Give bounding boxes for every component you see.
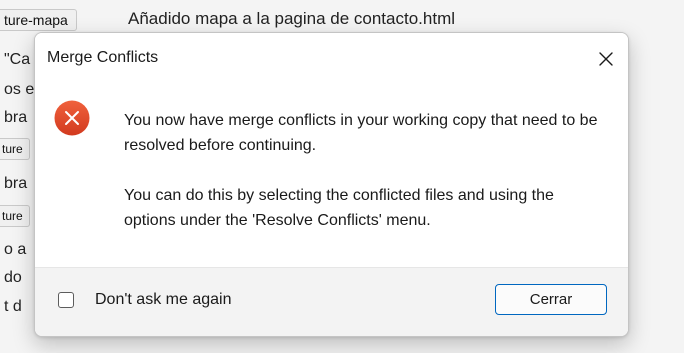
checkbox-label: Don't ask me again xyxy=(95,291,232,308)
close-icon xyxy=(599,52,613,66)
branch-tag[interactable]: ture-mapa xyxy=(0,9,77,31)
checkbox-box[interactable] xyxy=(58,292,74,308)
commit-message: os e xyxy=(4,81,35,98)
message-paragraph: You now have merge conflicts in your wor… xyxy=(124,112,598,154)
dialog-content: You now have merge conflicts in your wor… xyxy=(35,85,628,267)
commit-row[interactable]: ture-mapa Añadido mapa a la pagina de co… xyxy=(0,6,684,32)
close-button[interactable] xyxy=(588,41,624,77)
commit-message: Añadido mapa a la pagina de contacto.htm… xyxy=(128,9,456,28)
branch-tag[interactable]: ture xyxy=(0,138,30,160)
commit-message: t d xyxy=(4,298,22,315)
commit-message: "Ca xyxy=(4,51,31,68)
dont-ask-again-checkbox[interactable]: Don't ask me again xyxy=(58,291,231,309)
dialog-message: You now have merge conflicts in your wor… xyxy=(124,108,604,233)
dialog-title: Merge Conflicts xyxy=(47,49,159,66)
dialog-titlebar[interactable]: Merge Conflicts xyxy=(35,33,628,85)
dialog-footer: Don't ask me again Cerrar xyxy=(35,267,628,336)
branch-tag[interactable]: ture xyxy=(0,205,30,227)
commit-message: bra xyxy=(4,109,28,126)
commit-message: do xyxy=(4,269,22,286)
commit-message: o a xyxy=(4,241,27,258)
message-paragraph: You can do this by selecting the conflic… xyxy=(124,187,554,229)
error-icon xyxy=(54,100,90,136)
cerrar-button[interactable]: Cerrar xyxy=(495,284,607,315)
merge-conflicts-dialog: Merge Conflicts You now have merge confl… xyxy=(34,32,629,337)
commit-message: bra xyxy=(4,175,28,192)
